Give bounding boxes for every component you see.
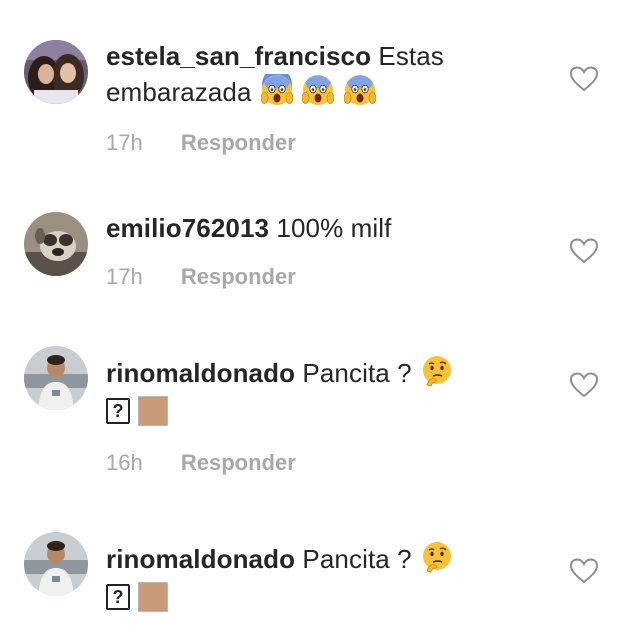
like-heart-icon[interactable]	[569, 238, 599, 264]
face-screaming-in-fear-icon	[343, 74, 376, 106]
comment-timestamp: 16h	[106, 450, 143, 475]
thinking-face-icon	[421, 541, 453, 573]
username-link[interactable]: rinomaldonado	[106, 544, 295, 574]
like-heart-icon[interactable]	[569, 66, 599, 92]
reply-button[interactable]: Responder	[181, 264, 296, 289]
skin-tone-swatch	[138, 396, 168, 426]
like-heart-icon[interactable]	[569, 372, 599, 398]
unsupported-glyph-row: ?	[106, 396, 168, 430]
skin-tone-swatch	[138, 582, 168, 612]
comment-text: rinomaldonado Pancita ?	[106, 541, 556, 577]
face-screaming-in-fear-icon	[302, 74, 335, 106]
comment-meta: 17h Responder	[106, 130, 296, 156]
unsupported-glyph-row: ?	[106, 582, 168, 616]
username-link[interactable]: emilio762013	[106, 213, 269, 243]
avatar[interactable]	[24, 40, 88, 104]
comment-message: Pancita ?	[302, 544, 412, 574]
unsupported-glyph-box: ?	[106, 584, 130, 610]
comment-meta: 16h Responder	[106, 450, 296, 476]
face-screaming-in-fear-icon	[260, 74, 293, 106]
comment-meta: 17h Responder	[106, 264, 296, 290]
comment-message: 100% milf	[276, 213, 392, 243]
comment-text: emilio762013 100% milf	[106, 210, 556, 246]
avatar[interactable]	[24, 346, 88, 410]
like-heart-icon[interactable]	[569, 558, 599, 584]
unsupported-glyph-box: ?	[106, 398, 130, 424]
comment-timestamp: 17h	[106, 264, 143, 289]
thinking-face-icon	[421, 355, 453, 387]
reply-button[interactable]: Responder	[181, 450, 296, 475]
username-link[interactable]: estela_san_francisco	[106, 41, 371, 71]
comment-timestamp: 17h	[106, 130, 143, 155]
username-link[interactable]: rinomaldonado	[106, 358, 295, 388]
comment-text: estela_san_francisco Estas embarazada	[106, 38, 556, 110]
reply-button[interactable]: Responder	[181, 130, 296, 155]
comment-message: Pancita ?	[302, 358, 412, 388]
avatar[interactable]	[24, 212, 88, 276]
avatar[interactable]	[24, 532, 88, 596]
comment-text: rinomaldonado Pancita ?	[106, 355, 556, 391]
